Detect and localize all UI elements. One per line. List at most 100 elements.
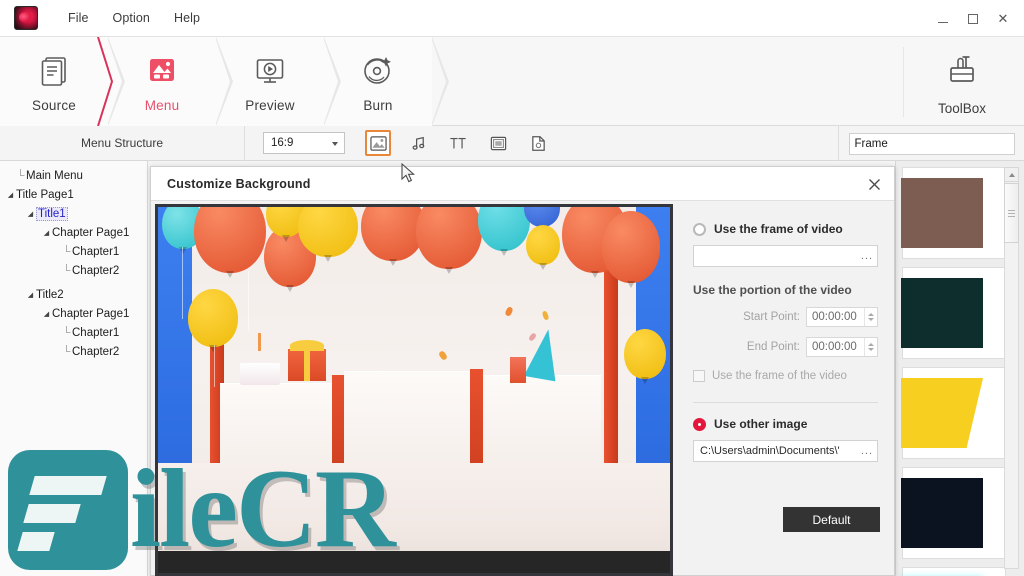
tree-line-icon: └	[16, 169, 25, 182]
tree-item-title1[interactable]: ◢ Title1	[0, 204, 147, 223]
party-cup	[510, 357, 526, 383]
scroll-thumb[interactable]	[1004, 183, 1019, 243]
expander-expanded-icon[interactable]: ◢	[6, 191, 15, 199]
close-button[interactable]: ✕	[988, 4, 1018, 34]
sub-toolbar: Menu Structure 16:9 Frame	[0, 125, 1024, 161]
tree-item-chapter-page1[interactable]: ◢ Chapter Page1	[0, 223, 147, 242]
use-frame-checkbox[interactable]	[693, 370, 705, 382]
toolbox-label: ToolBox	[937, 100, 987, 116]
template-thumb-teal[interactable]	[901, 267, 1006, 359]
use-frame-checkbox-row[interactable]: Use the frame of the video	[693, 370, 878, 382]
end-point-row: End Point: 00:00:00	[693, 337, 878, 357]
close-icon	[868, 178, 880, 190]
birthday-cake	[240, 363, 280, 385]
default-button[interactable]: Default	[783, 507, 880, 532]
tree-item-chapter2[interactable]: └ Chapter2	[0, 261, 147, 280]
step-preview-label: Preview	[245, 98, 295, 113]
background-music-icon[interactable]	[405, 130, 431, 156]
tree-item-label: Chapter Page1	[52, 307, 130, 320]
expander-expanded-icon[interactable]: ◢	[42, 229, 51, 237]
toolbox-button[interactable]: ToolBox	[908, 37, 1016, 126]
step-separator-icon	[432, 37, 449, 126]
other-image-browse-button[interactable]: ...	[861, 445, 873, 457]
tree-item-label: Main Menu	[26, 169, 83, 182]
minimize-button[interactable]	[928, 4, 958, 34]
maximize-button[interactable]	[958, 4, 988, 34]
burn-disc-icon	[359, 50, 397, 90]
other-image-path-field[interactable]: C:\Users\admin\Documents\' ...	[693, 440, 878, 462]
balloon-string	[182, 247, 183, 319]
tree-item-main-menu[interactable]: └ Main Menu	[0, 166, 147, 185]
step-burn-label: Burn	[363, 98, 393, 113]
tool-icon-group	[365, 130, 551, 156]
tree-line-icon: └	[62, 326, 71, 339]
browse-button[interactable]: ...	[861, 250, 873, 262]
frame-of-video-path-field[interactable]: ...	[693, 245, 878, 267]
start-point-stepper[interactable]: 00:00:00	[806, 307, 878, 327]
end-point-value: 00:00:00	[812, 341, 857, 353]
balloon-string	[248, 271, 249, 331]
template-thumb-cyan[interactable]	[902, 567, 1006, 576]
balloon-yellow-5	[624, 329, 666, 379]
step-source[interactable]: Source	[0, 37, 125, 126]
expander-expanded-icon[interactable]: ◢	[26, 291, 35, 299]
close-icon: ✕	[997, 10, 1009, 26]
tree-line-icon: └	[62, 264, 71, 277]
template-preview	[901, 378, 983, 448]
tree-item-chapter-page1-b[interactable]: ◢ Chapter Page1	[0, 304, 147, 323]
end-point-stepper[interactable]: 00:00:00	[806, 337, 878, 357]
step-separator-icon	[324, 37, 341, 126]
tree-line-icon: └	[62, 345, 71, 358]
thumbnail-icon[interactable]	[485, 130, 511, 156]
background-image-icon[interactable]	[365, 130, 391, 156]
preview-monitor-icon	[251, 50, 289, 90]
tree-item-chapter2-b[interactable]: └ Chapter2	[0, 342, 147, 361]
customize-background-dialog: Customize Background Use the frame of vi…	[150, 166, 895, 576]
menu-file[interactable]: File	[56, 7, 101, 29]
stepper-arrows-icon[interactable]	[864, 308, 877, 326]
background-preview-image[interactable]	[155, 204, 673, 576]
menu-bar: File Option Help	[56, 7, 212, 29]
tree-item-chapter1[interactable]: └ Chapter1	[0, 242, 147, 261]
page-template-icon[interactable]	[525, 130, 551, 156]
dialog-close-button[interactable]	[864, 174, 884, 194]
template-preview	[901, 278, 983, 348]
tree-item-chapter1-b[interactable]: └ Chapter1	[0, 323, 147, 342]
tree-item-title-page1[interactable]: ◢ Title Page1	[0, 185, 147, 204]
stepper-arrows-icon[interactable]	[864, 338, 877, 356]
start-point-value: 00:00:00	[812, 311, 857, 323]
radio-other-image[interactable]	[693, 417, 706, 431]
expander-expanded-icon[interactable]: ◢	[26, 210, 35, 218]
menu-option[interactable]: Option	[101, 7, 162, 29]
dialog-header: Customize Background	[151, 167, 894, 201]
template-list[interactable]	[895, 161, 1024, 576]
template-preview	[901, 478, 983, 548]
window-controls: ✕	[928, 0, 1018, 37]
menu-structure-tree[interactable]: └ Main Menu ◢ Title Page1 ◢ Title1 ◢ Cha…	[0, 161, 148, 576]
frame-of-video-radio-row[interactable]: Use the frame of video	[693, 222, 878, 236]
radio-frame-of-video[interactable]	[693, 222, 706, 236]
source-documents-icon	[35, 50, 73, 90]
frame-input[interactable]: Frame	[848, 132, 1015, 155]
other-image-radio-row[interactable]: Use other image	[693, 417, 878, 431]
text-title-icon[interactable]	[445, 130, 471, 156]
scroll-up-icon[interactable]	[1004, 167, 1019, 182]
template-thumb-navy[interactable]	[901, 467, 1006, 559]
tree-item-label: Title2	[36, 288, 64, 301]
ribbon-divider	[903, 47, 904, 117]
template-thumb-brown[interactable]	[901, 167, 1006, 259]
expander-expanded-icon[interactable]: ◢	[42, 310, 51, 318]
template-thumb-yellow[interactable]	[901, 367, 1006, 459]
menu-help[interactable]: Help	[162, 7, 212, 29]
dialog-title: Customize Background	[167, 176, 311, 191]
toolbox-icon	[942, 48, 982, 93]
triangle-up-icon	[1008, 172, 1015, 177]
title-bar: File Option Help ✕	[0, 0, 1024, 37]
tree-item-label: Chapter2	[72, 345, 120, 358]
balloon-yellow-3	[526, 225, 560, 265]
portion-section-title: Use the portion of the video	[693, 283, 852, 297]
aspect-ratio-select[interactable]: 16:9	[263, 132, 345, 154]
tree-item-title2[interactable]: ◢ Title2	[0, 285, 147, 304]
grip-lines-icon	[1008, 212, 1015, 214]
other-image-label: Use other image	[714, 417, 808, 431]
